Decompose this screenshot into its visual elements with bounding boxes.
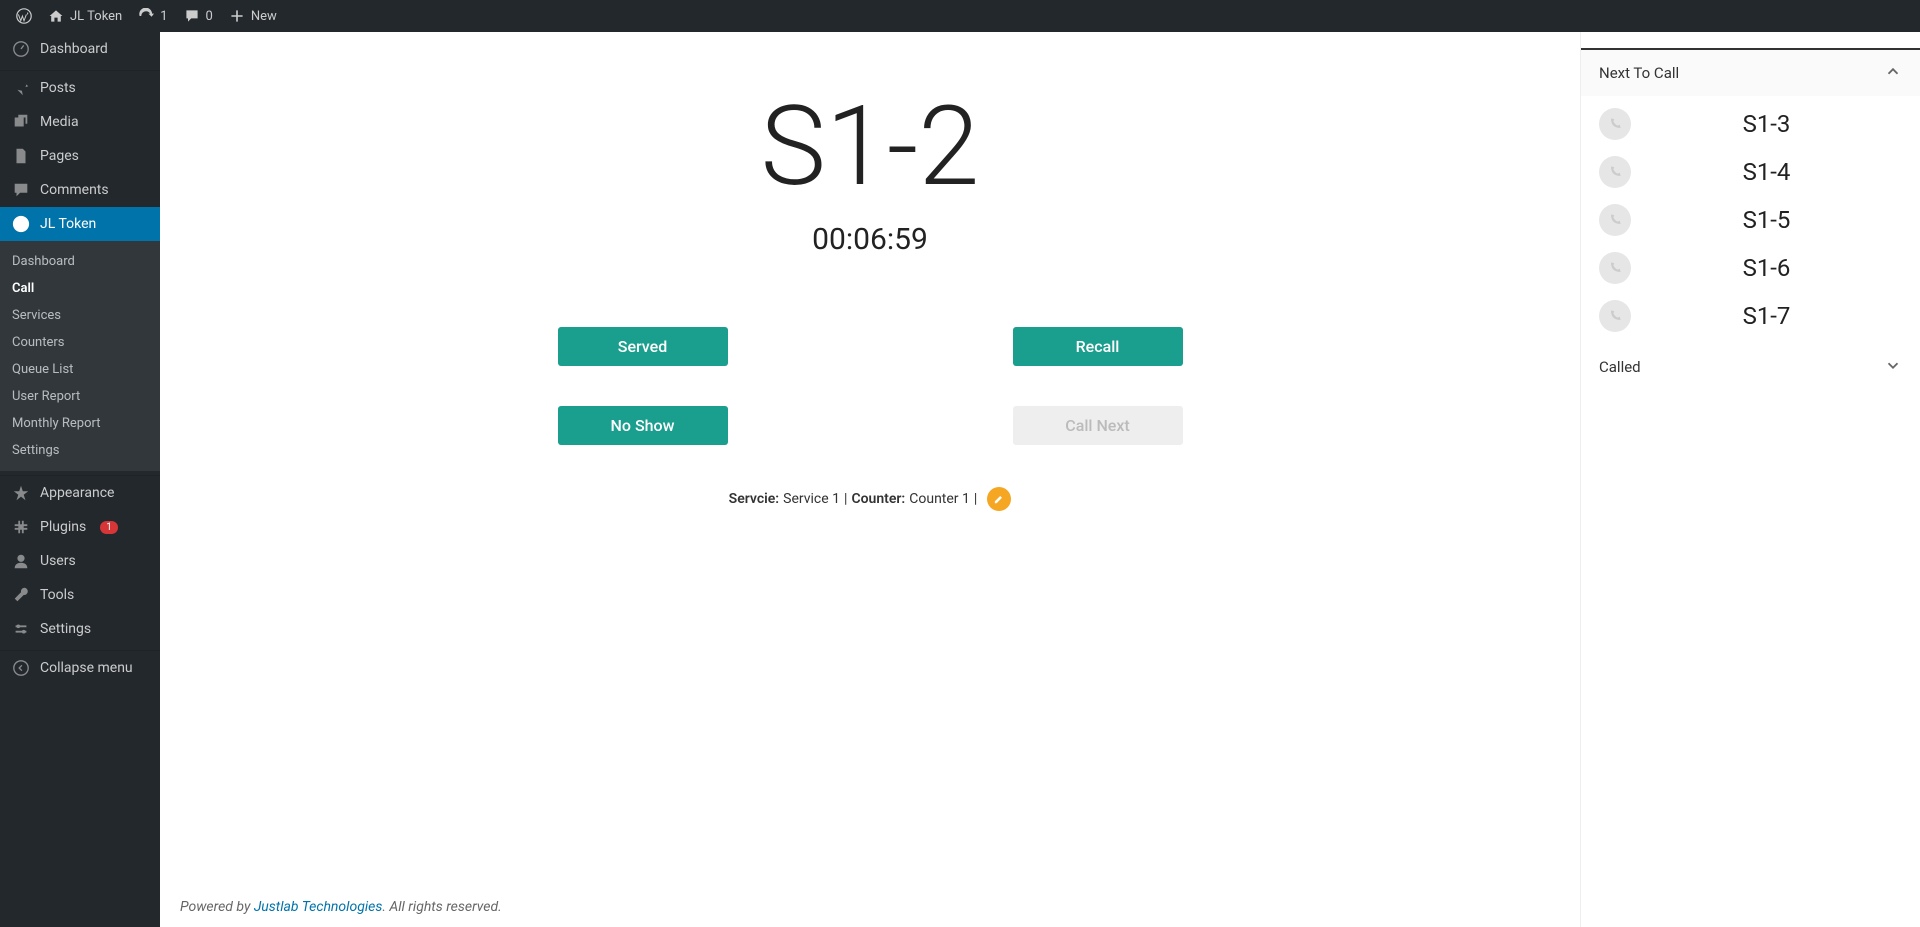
updates-link[interactable]: 1 [130,0,175,32]
jltoken-submenu: Dashboard Call Services Counters Queue L… [0,241,160,471]
sidebar-item-posts[interactable]: Posts [0,71,160,105]
service-label: Servcie: [729,491,779,507]
sliders-icon [12,620,30,638]
queue-token-number: S1-3 [1631,110,1902,138]
plugins-update-badge: 1 [100,521,118,534]
jltoken-logo-icon [12,215,30,233]
queue-token-number: S1-7 [1631,302,1902,330]
new-label: New [251,9,277,24]
sub-item-monthly-report[interactable]: Monthly Report [0,410,160,437]
current-token-number: S1-2 [761,92,980,202]
service-value: Service 1 [783,491,840,507]
next-to-call-list: S1-3 S1-4 S1-5 S1-6 S1-7 [1581,96,1920,344]
page-icon [12,147,30,165]
user-icon [12,552,30,570]
queue-token-number: S1-5 [1631,206,1902,234]
plus-icon [229,8,245,24]
sidebar-item-jltoken[interactable]: JL Token [0,207,160,241]
queue-item: S1-6 [1581,244,1920,292]
call-token-button[interactable] [1599,204,1631,236]
edit-service-counter-button[interactable] [987,487,1011,511]
wrench-icon [12,586,30,604]
sidebar-item-pages[interactable]: Pages [0,139,160,173]
site-title: JL Token [70,9,122,24]
phone-icon [1607,164,1623,180]
dashboard-icon [12,40,30,58]
service-counter-info: Servcie: Service 1 | Counter: Counter 1 … [729,487,1012,511]
new-content-link[interactable]: New [221,0,285,32]
wp-logo[interactable] [8,0,40,32]
phone-icon [1607,260,1623,276]
queue-item: S1-4 [1581,148,1920,196]
sidebar-item-users[interactable]: Users [0,544,160,578]
sub-item-queue-list[interactable]: Queue List [0,356,160,383]
queue-token-number: S1-6 [1631,254,1902,282]
counter-label: Counter: [851,491,905,507]
call-token-button[interactable] [1599,156,1631,188]
comments-count: 0 [206,9,213,24]
sub-item-call[interactable]: Call [0,275,160,302]
call-token-button[interactable] [1599,252,1631,284]
next-to-call-label: Next To Call [1599,64,1679,82]
admin-sidebar: Dashboard Posts Media Pages Comments JL … [0,32,160,927]
queue-item: S1-7 [1581,292,1920,340]
sidebar-item-appearance[interactable]: Appearance [0,476,160,510]
call-next-button: Call Next [1013,406,1183,445]
plugin-icon [12,518,30,536]
counter-value: Counter 1 [909,491,970,507]
phone-icon [1607,308,1623,324]
call-token-button[interactable] [1599,108,1631,140]
sub-item-settings[interactable]: Settings [0,437,160,464]
called-label: Called [1599,358,1641,376]
sidebar-item-plugins[interactable]: Plugins1 [0,510,160,544]
sub-item-services[interactable]: Services [0,302,160,329]
comment-icon [184,8,200,24]
refresh-icon [138,8,154,24]
sub-item-counters[interactable]: Counters [0,329,160,356]
queue-item: S1-3 [1581,100,1920,148]
no-show-button[interactable]: No Show [558,406,728,445]
collapse-icon [12,659,30,677]
site-home-link[interactable]: JL Token [40,0,130,32]
queue-item: S1-5 [1581,196,1920,244]
called-header[interactable]: Called [1581,344,1920,390]
chevron-down-icon [1884,356,1902,378]
sidebar-item-comments[interactable]: Comments [0,173,160,207]
served-button[interactable]: Served [558,327,728,366]
action-buttons: Served Recall No Show Call Next [558,327,1183,445]
call-token-button[interactable] [1599,300,1631,332]
footer-credits: Powered by Justlab Technologies. All rig… [180,899,502,915]
sub-item-dashboard[interactable]: Dashboard [0,248,160,275]
media-icon [12,113,30,131]
pin-icon [12,79,30,97]
queue-token-number: S1-4 [1631,158,1902,186]
phone-icon [1607,212,1623,228]
pencil-icon [993,493,1005,505]
queue-panel: QUEUE Next To Call S1-3 S1-4 S1-5 S1-6 S… [1580,0,1920,927]
next-to-call-header[interactable]: Next To Call [1581,50,1920,96]
wordpress-icon [16,8,32,24]
chevron-up-icon [1884,62,1902,84]
brush-icon [12,484,30,502]
phone-icon [1607,116,1623,132]
elapsed-timer: 00:06:59 [812,222,928,257]
home-icon [48,8,64,24]
updates-count: 1 [160,9,167,24]
recall-button[interactable]: Recall [1013,327,1183,366]
sidebar-item-media[interactable]: Media [0,105,160,139]
sidebar-item-dashboard[interactable]: Dashboard [0,32,160,66]
comments-link[interactable]: 0 [176,0,221,32]
comment-icon [12,181,30,199]
footer-link[interactable]: Justlab Technologies [254,899,383,915]
collapse-menu-button[interactable]: Collapse menu [0,651,160,685]
sidebar-item-tools[interactable]: Tools [0,578,160,612]
sidebar-item-settings[interactable]: Settings [0,612,160,646]
sub-item-user-report[interactable]: User Report [0,383,160,410]
admin-toolbar: JL Token 1 0 New [0,0,1920,32]
